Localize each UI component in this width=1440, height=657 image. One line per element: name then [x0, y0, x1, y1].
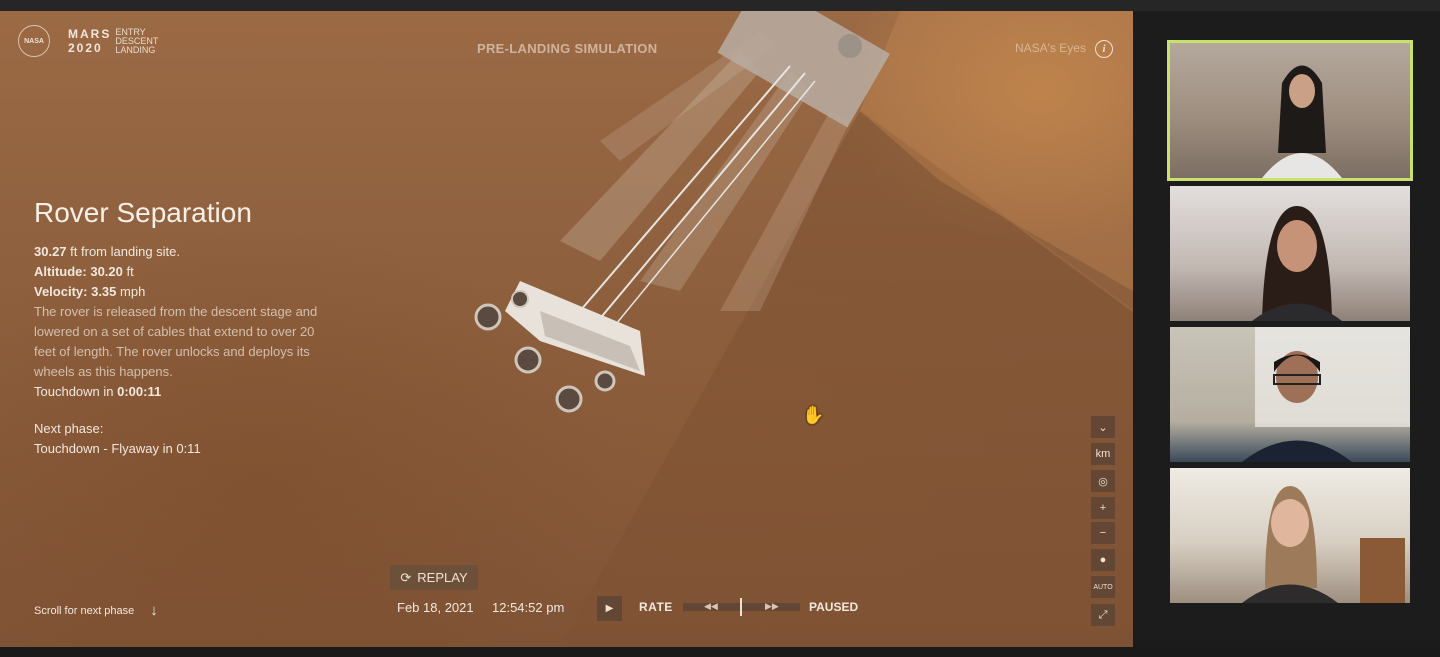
- camera-auto-icon: AUTO: [1093, 583, 1113, 591]
- participant-video-4[interactable]: [1170, 468, 1410, 603]
- arrow-down-icon: ↓: [150, 602, 158, 619]
- nasa-eyes-link[interactable]: NASA's Eyes: [1015, 41, 1086, 55]
- scroll-next-phase-hint[interactable]: Scroll for next phase ↓: [34, 602, 158, 619]
- person-icon: [1262, 65, 1342, 178]
- play-icon: ▶: [605, 603, 614, 614]
- participant-video-3[interactable]: [1170, 327, 1410, 462]
- rate-label: RATE: [639, 600, 673, 614]
- rate-slider-handle[interactable]: [740, 598, 742, 616]
- expand-icon: ⤢: [1098, 608, 1108, 621]
- visibility-toggle-button[interactable]: ◎: [1091, 470, 1115, 492]
- person-icon: [1252, 206, 1342, 321]
- window-bottom-bar: [0, 647, 1440, 657]
- play-button[interactable]: ▶: [597, 596, 622, 621]
- fast-forward-icon[interactable]: ▶▶: [765, 601, 779, 612]
- simulation-time: 12:54:52 pm: [492, 600, 565, 615]
- phase-description: The rover is released from the descent s…: [34, 304, 318, 379]
- velocity-readout: Velocity: 3.35 mph: [34, 284, 146, 299]
- view-mode-button[interactable]: ●: [1091, 549, 1115, 571]
- window-top-bar: [0, 0, 1440, 11]
- hand-cursor-icon: ✋: [802, 405, 825, 425]
- participant-video-1[interactable]: [1167, 40, 1413, 181]
- eye-slash-icon: ◎: [1098, 475, 1108, 488]
- chevron-down-icon: ⌄: [1098, 421, 1108, 434]
- distance-readout: 30.27 ft from landing site.: [34, 244, 180, 259]
- next-phase-label: Next phase:: [34, 421, 104, 436]
- fullscreen-button[interactable]: ⤢: [1091, 604, 1115, 626]
- person-icon: [1242, 327, 1410, 462]
- replay-icon: ⟳: [400, 569, 412, 585]
- units-toggle-button[interactable]: km: [1091, 443, 1115, 465]
- phase-title: Rover Separation: [34, 197, 252, 228]
- collapse-controls-button[interactable]: ⌄: [1091, 416, 1115, 438]
- zoom-out-button[interactable]: −: [1091, 522, 1115, 544]
- mars-2020-wordmark: MARS 2020: [68, 27, 112, 55]
- touchdown-countdown: Touchdown in 0:00:11: [34, 384, 162, 399]
- zoom-in-button[interactable]: +: [1091, 497, 1115, 519]
- altitude-readout: Altitude: 30.20 ft: [34, 264, 134, 279]
- simulation-title: PRE-LANDING SIMULATION: [477, 41, 658, 56]
- nasa-logo: NASA: [18, 25, 50, 57]
- replay-button[interactable]: ⟳ REPLAY: [390, 565, 478, 590]
- rewind-icon[interactable]: ◀◀: [704, 601, 718, 612]
- mars-simulation-view[interactable]: NASA MARS 2020 ENTRY DESCENT LANDING PRE…: [0, 11, 1133, 647]
- playback-status: PAUSED: [809, 600, 859, 614]
- participant-video-2[interactable]: [1170, 186, 1410, 321]
- phase-info-panel: Rover Separation 30.27 ft from landing s…: [34, 197, 334, 459]
- circle-icon: ●: [1099, 554, 1107, 566]
- simulation-date: Feb 18, 2021: [397, 600, 474, 615]
- mars2020-logo[interactable]: NASA MARS 2020 ENTRY DESCENT LANDING: [18, 25, 158, 57]
- edl-wordmark: ENTRY DESCENT LANDING: [115, 26, 159, 55]
- next-phase-value[interactable]: Touchdown - Flyaway in 0:11: [34, 439, 334, 459]
- info-icon[interactable]: i: [1095, 40, 1113, 58]
- person-icon: [1242, 486, 1405, 603]
- auto-camera-button[interactable]: AUTO: [1091, 576, 1115, 598]
